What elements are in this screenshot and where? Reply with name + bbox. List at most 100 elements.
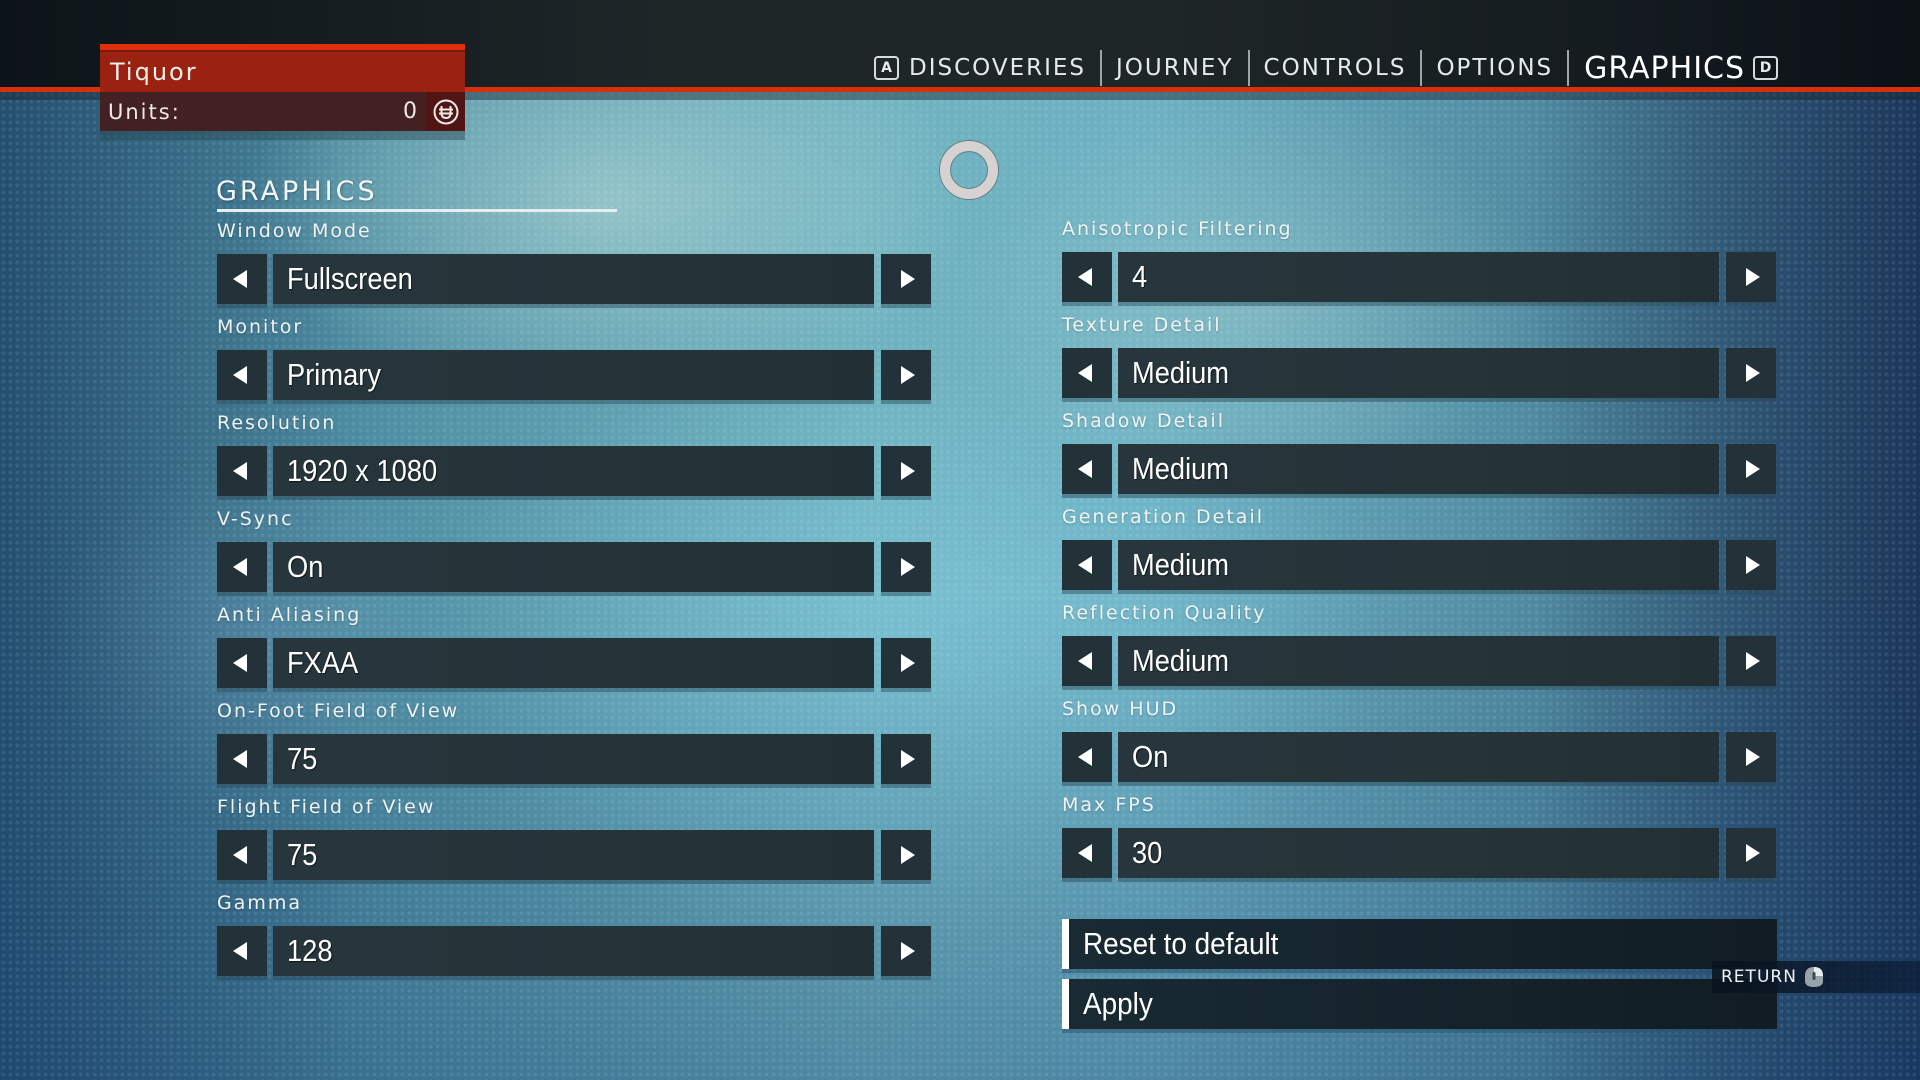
previous-option-button[interactable] [217, 734, 267, 784]
arrow-right-icon [901, 654, 915, 672]
next-option-button[interactable] [881, 830, 931, 880]
setting-value-box[interactable]: Medium [1118, 348, 1719, 398]
next-option-button[interactable] [881, 926, 931, 976]
next-option-button[interactable] [1726, 540, 1776, 590]
setting-selector: FXAA [217, 638, 931, 688]
next-option-button[interactable] [1726, 636, 1776, 686]
setting-value-box[interactable]: On [1118, 732, 1719, 782]
arrow-left-icon [1078, 268, 1092, 286]
next-option-button[interactable] [1726, 348, 1776, 398]
setting-value: On [1132, 739, 1169, 774]
setting-selector: On [217, 542, 931, 592]
setting-label: On-Foot Field of View [217, 700, 460, 722]
previous-option-button[interactable] [1062, 540, 1112, 590]
next-option-button[interactable] [881, 254, 931, 304]
setting-value-box[interactable]: Primary [273, 350, 874, 400]
previous-option-button[interactable] [1062, 636, 1112, 686]
arrow-right-icon [901, 366, 915, 384]
menu-tabs: A DISCOVERIES JOURNEY CONTROLS OPTIONS G… [874, 50, 1779, 86]
setting-resolution: Resolution 1920 x 1080 [217, 412, 931, 502]
setting-value-box[interactable]: Medium [1118, 444, 1719, 494]
previous-option-button[interactable] [217, 830, 267, 880]
setting-value: 75 [287, 837, 318, 872]
previous-option-button[interactable] [217, 926, 267, 976]
next-tab-key-hint[interactable]: D [1753, 56, 1779, 80]
previous-option-button[interactable] [1062, 732, 1112, 782]
next-option-button[interactable] [881, 638, 931, 688]
setting-value-box[interactable]: Medium [1118, 540, 1719, 590]
setting-selector: Medium [1062, 444, 1776, 494]
arrow-left-icon [1078, 748, 1092, 766]
arrow-left-icon [1078, 364, 1092, 382]
prev-tab-key-hint[interactable]: A [874, 56, 899, 80]
previous-option-button[interactable] [217, 350, 267, 400]
setting-selector: 30 [1062, 828, 1776, 878]
previous-option-button[interactable] [217, 542, 267, 592]
arrow-left-icon [1078, 844, 1092, 862]
tab-options[interactable]: OPTIONS [1422, 55, 1567, 81]
next-option-button[interactable] [881, 350, 931, 400]
tab-discoveries[interactable]: DISCOVERIES [899, 55, 1100, 81]
loading-ring-icon [940, 141, 998, 199]
setting-value-box[interactable]: FXAA [273, 638, 874, 688]
reset-to-default-button[interactable]: Reset to default [1062, 919, 1777, 969]
setting-selector: Medium [1062, 540, 1776, 590]
setting-value-box[interactable]: Fullscreen [273, 254, 874, 304]
previous-option-button[interactable] [217, 638, 267, 688]
setting-anti-aliasing: Anti Aliasing FXAA [217, 604, 931, 694]
tab-journey[interactable]: JOURNEY [1102, 55, 1248, 81]
next-option-button[interactable] [881, 446, 931, 496]
arrow-right-icon [901, 558, 915, 576]
setting-on-foot-field-of-view: On-Foot Field of View 75 [217, 700, 931, 790]
tab-graphics[interactable]: GRAPHICS [1569, 51, 1753, 86]
arrow-left-icon [1078, 652, 1092, 670]
previous-option-button[interactable] [1062, 828, 1112, 878]
next-option-button[interactable] [1726, 444, 1776, 494]
setting-label: Show HUD [1062, 698, 1179, 720]
previous-option-button[interactable] [1062, 348, 1112, 398]
previous-option-button[interactable] [1062, 252, 1112, 302]
player-panel-shadow [100, 131, 465, 140]
next-option-button[interactable] [1726, 828, 1776, 878]
setting-selector: Medium [1062, 348, 1776, 398]
next-option-button[interactable] [881, 542, 931, 592]
arrow-left-icon [233, 558, 247, 576]
setting-value-box[interactable]: Medium [1118, 636, 1719, 686]
apply-button[interactable]: Apply [1062, 979, 1777, 1029]
setting-value-box[interactable]: 75 [273, 734, 874, 784]
setting-shadow-detail: Shadow Detail Medium [1062, 410, 1776, 500]
units-currency-icon [426, 92, 465, 131]
setting-selector: Fullscreen [217, 254, 931, 304]
setting-value-box[interactable]: 30 [1118, 828, 1719, 878]
setting-value: On [287, 549, 324, 584]
setting-max-fps: Max FPS 30 [1062, 794, 1776, 884]
setting-value-box[interactable]: 1920 x 1080 [273, 446, 874, 496]
setting-label: Resolution [217, 412, 337, 434]
setting-value-box[interactable]: 4 [1118, 252, 1719, 302]
setting-value-box[interactable]: 75 [273, 830, 874, 880]
setting-value-box[interactable]: 128 [273, 926, 874, 976]
setting-generation-detail: Generation Detail Medium [1062, 506, 1776, 596]
setting-value: 75 [287, 741, 318, 776]
setting-value-box[interactable]: On [273, 542, 874, 592]
setting-selector: 75 [217, 830, 931, 880]
return-hint[interactable]: RETURN [1712, 961, 1920, 993]
previous-option-button[interactable] [1062, 444, 1112, 494]
next-option-button[interactable] [1726, 252, 1776, 302]
tab-controls[interactable]: CONTROLS [1250, 55, 1421, 81]
arrow-right-icon [901, 750, 915, 768]
setting-selector: 1920 x 1080 [217, 446, 931, 496]
next-option-button[interactable] [881, 734, 931, 784]
setting-flight-field-of-view: Flight Field of View 75 [217, 796, 931, 886]
section-title: GRAPHICS [216, 176, 378, 207]
previous-option-button[interactable] [217, 254, 267, 304]
units-label: Units: [108, 99, 181, 124]
setting-selector: 4 [1062, 252, 1776, 302]
previous-option-button[interactable] [217, 446, 267, 496]
next-option-button[interactable] [1726, 732, 1776, 782]
arrow-right-icon [1746, 652, 1760, 670]
arrow-right-icon [1746, 556, 1760, 574]
setting-value: 30 [1132, 835, 1163, 870]
arrow-right-icon [901, 846, 915, 864]
setting-value: Medium [1132, 547, 1230, 582]
